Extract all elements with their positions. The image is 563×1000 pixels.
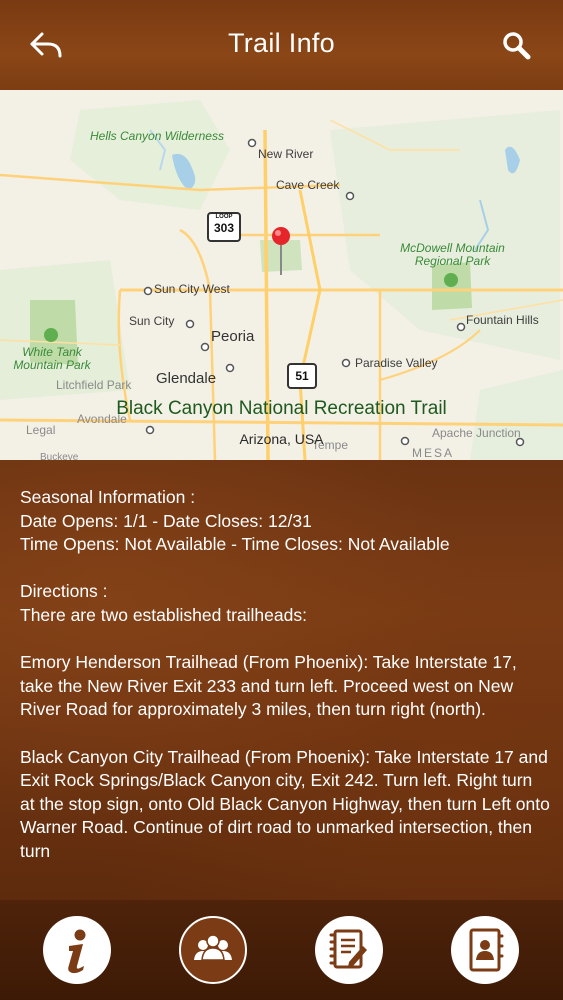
trail-location: Arizona, USA xyxy=(239,431,324,447)
date-range: Date Opens: 1/1 - Date Closes: 12/31 xyxy=(20,510,312,531)
map-label-sun-city-west: Sun City West xyxy=(154,282,230,296)
map-label-peoria: Peoria xyxy=(211,328,255,345)
map-label-mesa: Mesa xyxy=(412,446,455,460)
tab-info[interactable] xyxy=(43,916,111,984)
directions-heading: Directions : xyxy=(20,581,108,602)
trail-details[interactable]: Seasonal Information : Date Opens: 1/1 -… xyxy=(0,460,563,900)
tab-contacts[interactable] xyxy=(451,916,519,984)
trail-name: Black Canyon National Recreation Trail xyxy=(116,398,447,419)
search-icon xyxy=(503,32,531,60)
trail-details-text: Seasonal Information : Date Opens: 1/1 -… xyxy=(20,486,550,887)
header: Trail Info xyxy=(0,0,563,90)
page-title: Trail Info xyxy=(227,28,336,58)
shield-303-text: 303 xyxy=(213,221,235,235)
map-label-hells-canyon: Hells Canyon Wilderness xyxy=(90,129,224,143)
search-button[interactable] xyxy=(498,28,538,64)
map-label-sun-city: Sun City xyxy=(129,314,175,328)
map-label-paradise-valley: Paradise Valley xyxy=(355,356,438,370)
map-label-glendale: Glendale xyxy=(156,370,217,387)
map-label-mcdowell: McDowell Mountain Regional Park xyxy=(400,241,505,268)
map-label-new-river: New River xyxy=(258,147,314,161)
bottom-tab-bar xyxy=(0,900,563,1000)
directions-intro: There are two established trailheads: xyxy=(20,604,307,625)
seasonal-heading: Seasonal Information : xyxy=(20,487,196,507)
tab-people[interactable] xyxy=(179,916,247,984)
map-label-white-tank: White Tank Mountain Park xyxy=(13,345,91,372)
info-icon xyxy=(68,929,86,974)
trailhead-black-canyon-city: Black Canyon City Trailhead (From Phoeni… xyxy=(20,746,550,861)
map-label-cave-creek: Cave Creek xyxy=(276,178,340,192)
loop-303-shield: LOOP 303 xyxy=(207,212,241,242)
map-label-buckeye: Buckeye xyxy=(40,452,79,460)
people-icon xyxy=(194,934,232,961)
map-label-fountain-hills: Fountain Hills xyxy=(466,313,539,327)
shield-loop-text: LOOP xyxy=(215,214,233,220)
contacts-icon xyxy=(469,928,504,972)
trail-map[interactable]: Hells Canyon Wilderness New River Cave C… xyxy=(0,90,563,460)
route-51-shield: 51 xyxy=(287,363,317,389)
time-range: Time Opens: Not Available - Time Closes:… xyxy=(20,534,450,555)
tab-notes[interactable] xyxy=(315,916,383,984)
trailhead-emory-henderson: Emory Henderson Trailhead (From Phoenix)… xyxy=(20,652,517,720)
map-label-litchfield: Litchfield Park xyxy=(56,378,132,392)
notes-icon xyxy=(329,929,367,969)
